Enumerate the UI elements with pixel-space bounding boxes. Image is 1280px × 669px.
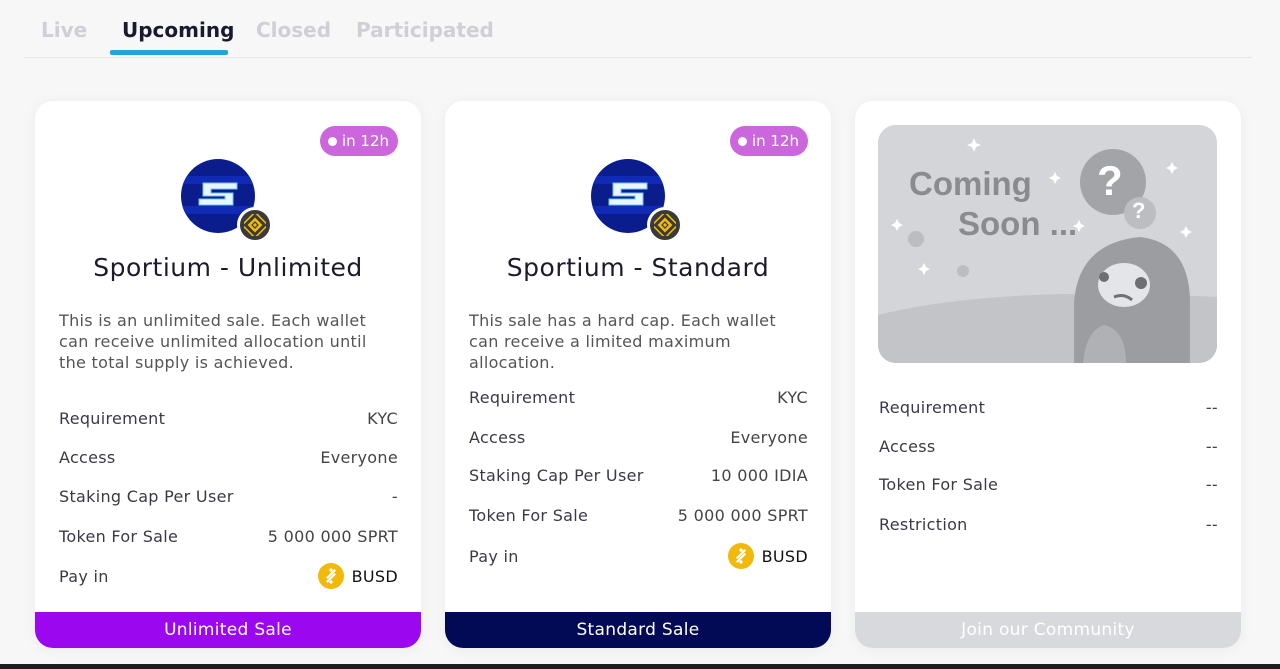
row-value: -- — [1205, 398, 1218, 417]
card-title: Sportium - Standard — [506, 253, 770, 282]
busd-coin-icon — [317, 563, 344, 589]
row-token-for-sale: Token For Sale 5 000 000 SPRT — [469, 506, 808, 525]
row-staking-cap: Staking Cap Per User - — [59, 487, 398, 506]
card-title: Sportium - Unlimited — [93, 253, 363, 282]
row-staking-cap: Staking Cap Per User 10 000 IDIA — [469, 466, 808, 485]
row-label: Restriction — [879, 515, 968, 534]
project-logo — [181, 156, 273, 243]
row-value: KYC — [777, 388, 808, 407]
sale-card-standard[interactable]: in 12h Sportium - Standard This sale has… — [445, 101, 831, 648]
row-label: Access — [59, 448, 116, 467]
row-value: - — [391, 487, 398, 506]
status-dot-icon — [327, 136, 337, 146]
row-value: 5 000 000 SPRT — [267, 527, 398, 546]
bottom-edge — [0, 664, 1280, 669]
badge-label: in 12h — [751, 132, 799, 150]
row-value: KYC — [367, 409, 398, 428]
time-badge: in 12h — [729, 126, 808, 156]
tab-upcoming[interactable]: Upcoming — [122, 18, 234, 42]
row-pay-in: Pay in BUSD — [469, 543, 808, 569]
row-label: Requirement — [59, 409, 166, 428]
tab-closed[interactable]: Closed — [256, 18, 331, 42]
row-value: -- — [1205, 475, 1218, 494]
row-label: Access — [879, 437, 936, 456]
bnb-chain-icon — [647, 207, 683, 243]
row-label: Staking Cap Per User — [469, 466, 644, 485]
pay-in-value: BUSD — [727, 543, 808, 569]
question-mark-icon: ? — [1132, 198, 1146, 223]
card-description: This sale has a hard cap. Each wallet ca… — [469, 311, 776, 372]
project-logo — [591, 156, 683, 243]
tab-participated[interactable]: Participated — [356, 18, 494, 42]
sale-card-unlimited[interactable]: in 12h Sportium - Unlimited This is an u… — [35, 101, 421, 648]
tab-live[interactable]: Live — [41, 18, 87, 42]
row-label: Pay in — [59, 566, 109, 586]
row-label: Access — [469, 428, 526, 447]
row-restriction: Restriction -- — [879, 515, 1218, 534]
row-label: Requirement — [879, 398, 986, 417]
coming-soon-line-2: Soon ... — [958, 205, 1078, 242]
bnb-chain-icon — [237, 207, 273, 243]
row-requirement: Requirement KYC — [59, 409, 398, 428]
row-requirement: Requirement KYC — [469, 388, 808, 407]
row-access: Access Everyone — [469, 428, 808, 447]
sale-tabs: Live Upcoming Closed Participated — [24, 0, 1252, 58]
pay-token-label: BUSD — [761, 546, 808, 566]
coming-soon-illustration: Coming Soon ... ? ? — [878, 125, 1217, 363]
busd-coin-icon — [727, 543, 754, 569]
coming-soon-card: Coming Soon ... ? ? Requirement -- Acces… — [855, 101, 1241, 648]
row-label: Token For Sale — [59, 527, 179, 546]
row-value: Everyone — [730, 428, 808, 447]
pay-in-value: BUSD — [317, 563, 398, 589]
row-label: Token For Sale — [469, 506, 589, 525]
standard-sale-button[interactable]: Standard Sale — [445, 612, 831, 648]
coming-soon-line-1: Coming — [909, 165, 1032, 202]
row-value: -- — [1205, 515, 1218, 534]
row-token-for-sale: Token For Sale -- — [879, 475, 1218, 494]
row-value: -- — [1205, 437, 1218, 456]
row-value: 10 000 IDIA — [710, 466, 808, 485]
row-requirement: Requirement -- — [879, 398, 1218, 417]
card-description: This is an unlimited sale. Each wallet c… — [59, 311, 367, 372]
row-value: Everyone — [320, 448, 398, 467]
question-mark-icon: ? — [1097, 157, 1123, 204]
pay-token-label: BUSD — [351, 566, 398, 586]
row-value: 5 000 000 SPRT — [677, 506, 808, 525]
active-tab-indicator — [110, 50, 228, 55]
unlimited-sale-button[interactable]: Unlimited Sale — [35, 612, 421, 648]
badge-label: in 12h — [341, 132, 389, 150]
time-badge: in 12h — [319, 126, 398, 156]
row-access: Access -- — [879, 437, 1218, 456]
row-token-for-sale: Token For Sale 5 000 000 SPRT — [59, 527, 398, 546]
status-dot-icon — [737, 136, 747, 146]
join-community-button[interactable]: Join our Community — [855, 612, 1241, 648]
row-label: Requirement — [469, 388, 576, 407]
row-label: Token For Sale — [879, 475, 999, 494]
row-label: Pay in — [469, 546, 519, 566]
row-label: Staking Cap Per User — [59, 487, 234, 506]
row-access: Access Everyone — [59, 448, 398, 467]
row-pay-in: Pay in BUSD — [59, 563, 398, 589]
